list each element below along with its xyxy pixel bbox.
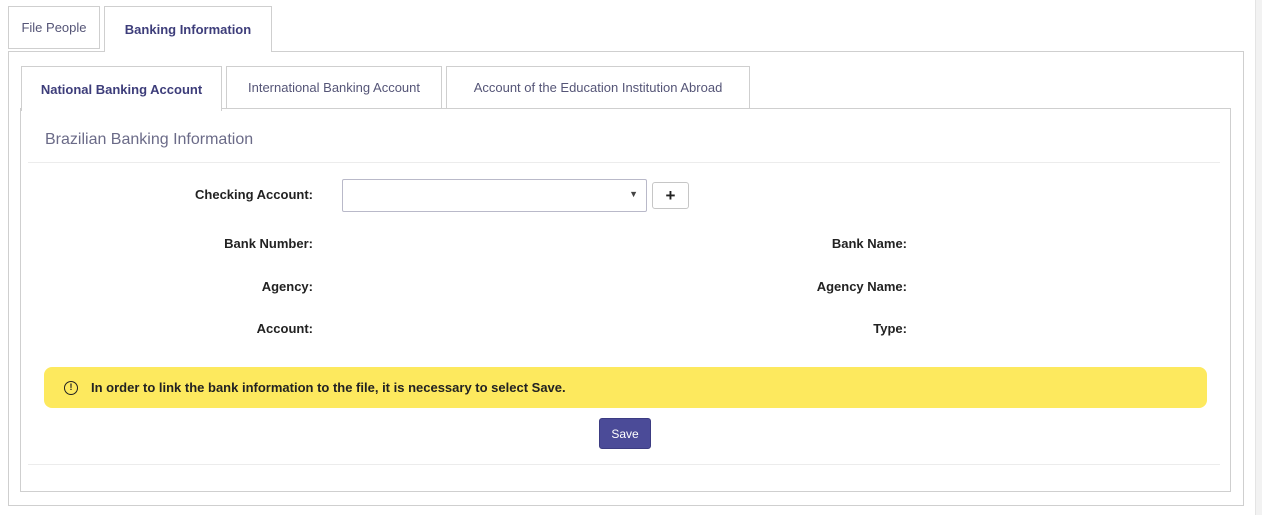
tab-file-people[interactable]: File People <box>8 6 100 49</box>
save-button-label: Save <box>611 426 639 441</box>
tab-file-people-label: File People <box>21 20 87 35</box>
checking-account-select[interactable]: ▼ <box>342 179 647 212</box>
checking-account-label: Checking Account: <box>195 187 313 202</box>
tab-national-banking-account[interactable]: National Banking Account <box>21 66 222 111</box>
tab-international-label: International Banking Account <box>247 80 420 95</box>
plus-icon: + <box>665 185 676 205</box>
add-checking-account-button[interactable]: + <box>652 182 689 209</box>
save-button[interactable]: Save <box>599 418 651 449</box>
bank-number-label: Bank Number: <box>224 236 313 251</box>
type-label: Type: <box>873 321 907 336</box>
tab-banking-information-label: Banking Information <box>124 22 252 37</box>
tab-national-label: National Banking Account <box>40 81 203 97</box>
scrollbar-track[interactable] <box>1255 0 1262 515</box>
save-required-alert: ! In order to link the bank information … <box>44 367 1207 408</box>
tab-education-label: Account of the Education Institution Abr… <box>473 80 723 95</box>
exclamation-circle-icon: ! <box>64 380 78 395</box>
tab-international-banking-account[interactable]: International Banking Account <box>226 66 442 109</box>
bank-name-label: Bank Name: <box>831 236 907 251</box>
agency-name-label: Agency Name: <box>816 279 907 294</box>
section-title: Brazilian Banking Information <box>45 131 254 148</box>
agency-label: Agency: <box>261 279 313 294</box>
chevron-down-icon: ▼ <box>629 189 638 199</box>
account-label: Account: <box>256 321 313 336</box>
footer-divider <box>28 464 1220 465</box>
tab-banking-information[interactable]: Banking Information <box>104 6 272 52</box>
section-divider <box>28 162 1220 163</box>
alert-message: In order to link the bank information to… <box>91 380 566 395</box>
tab-education-institution-account[interactable]: Account of the Education Institution Abr… <box>446 66 750 109</box>
